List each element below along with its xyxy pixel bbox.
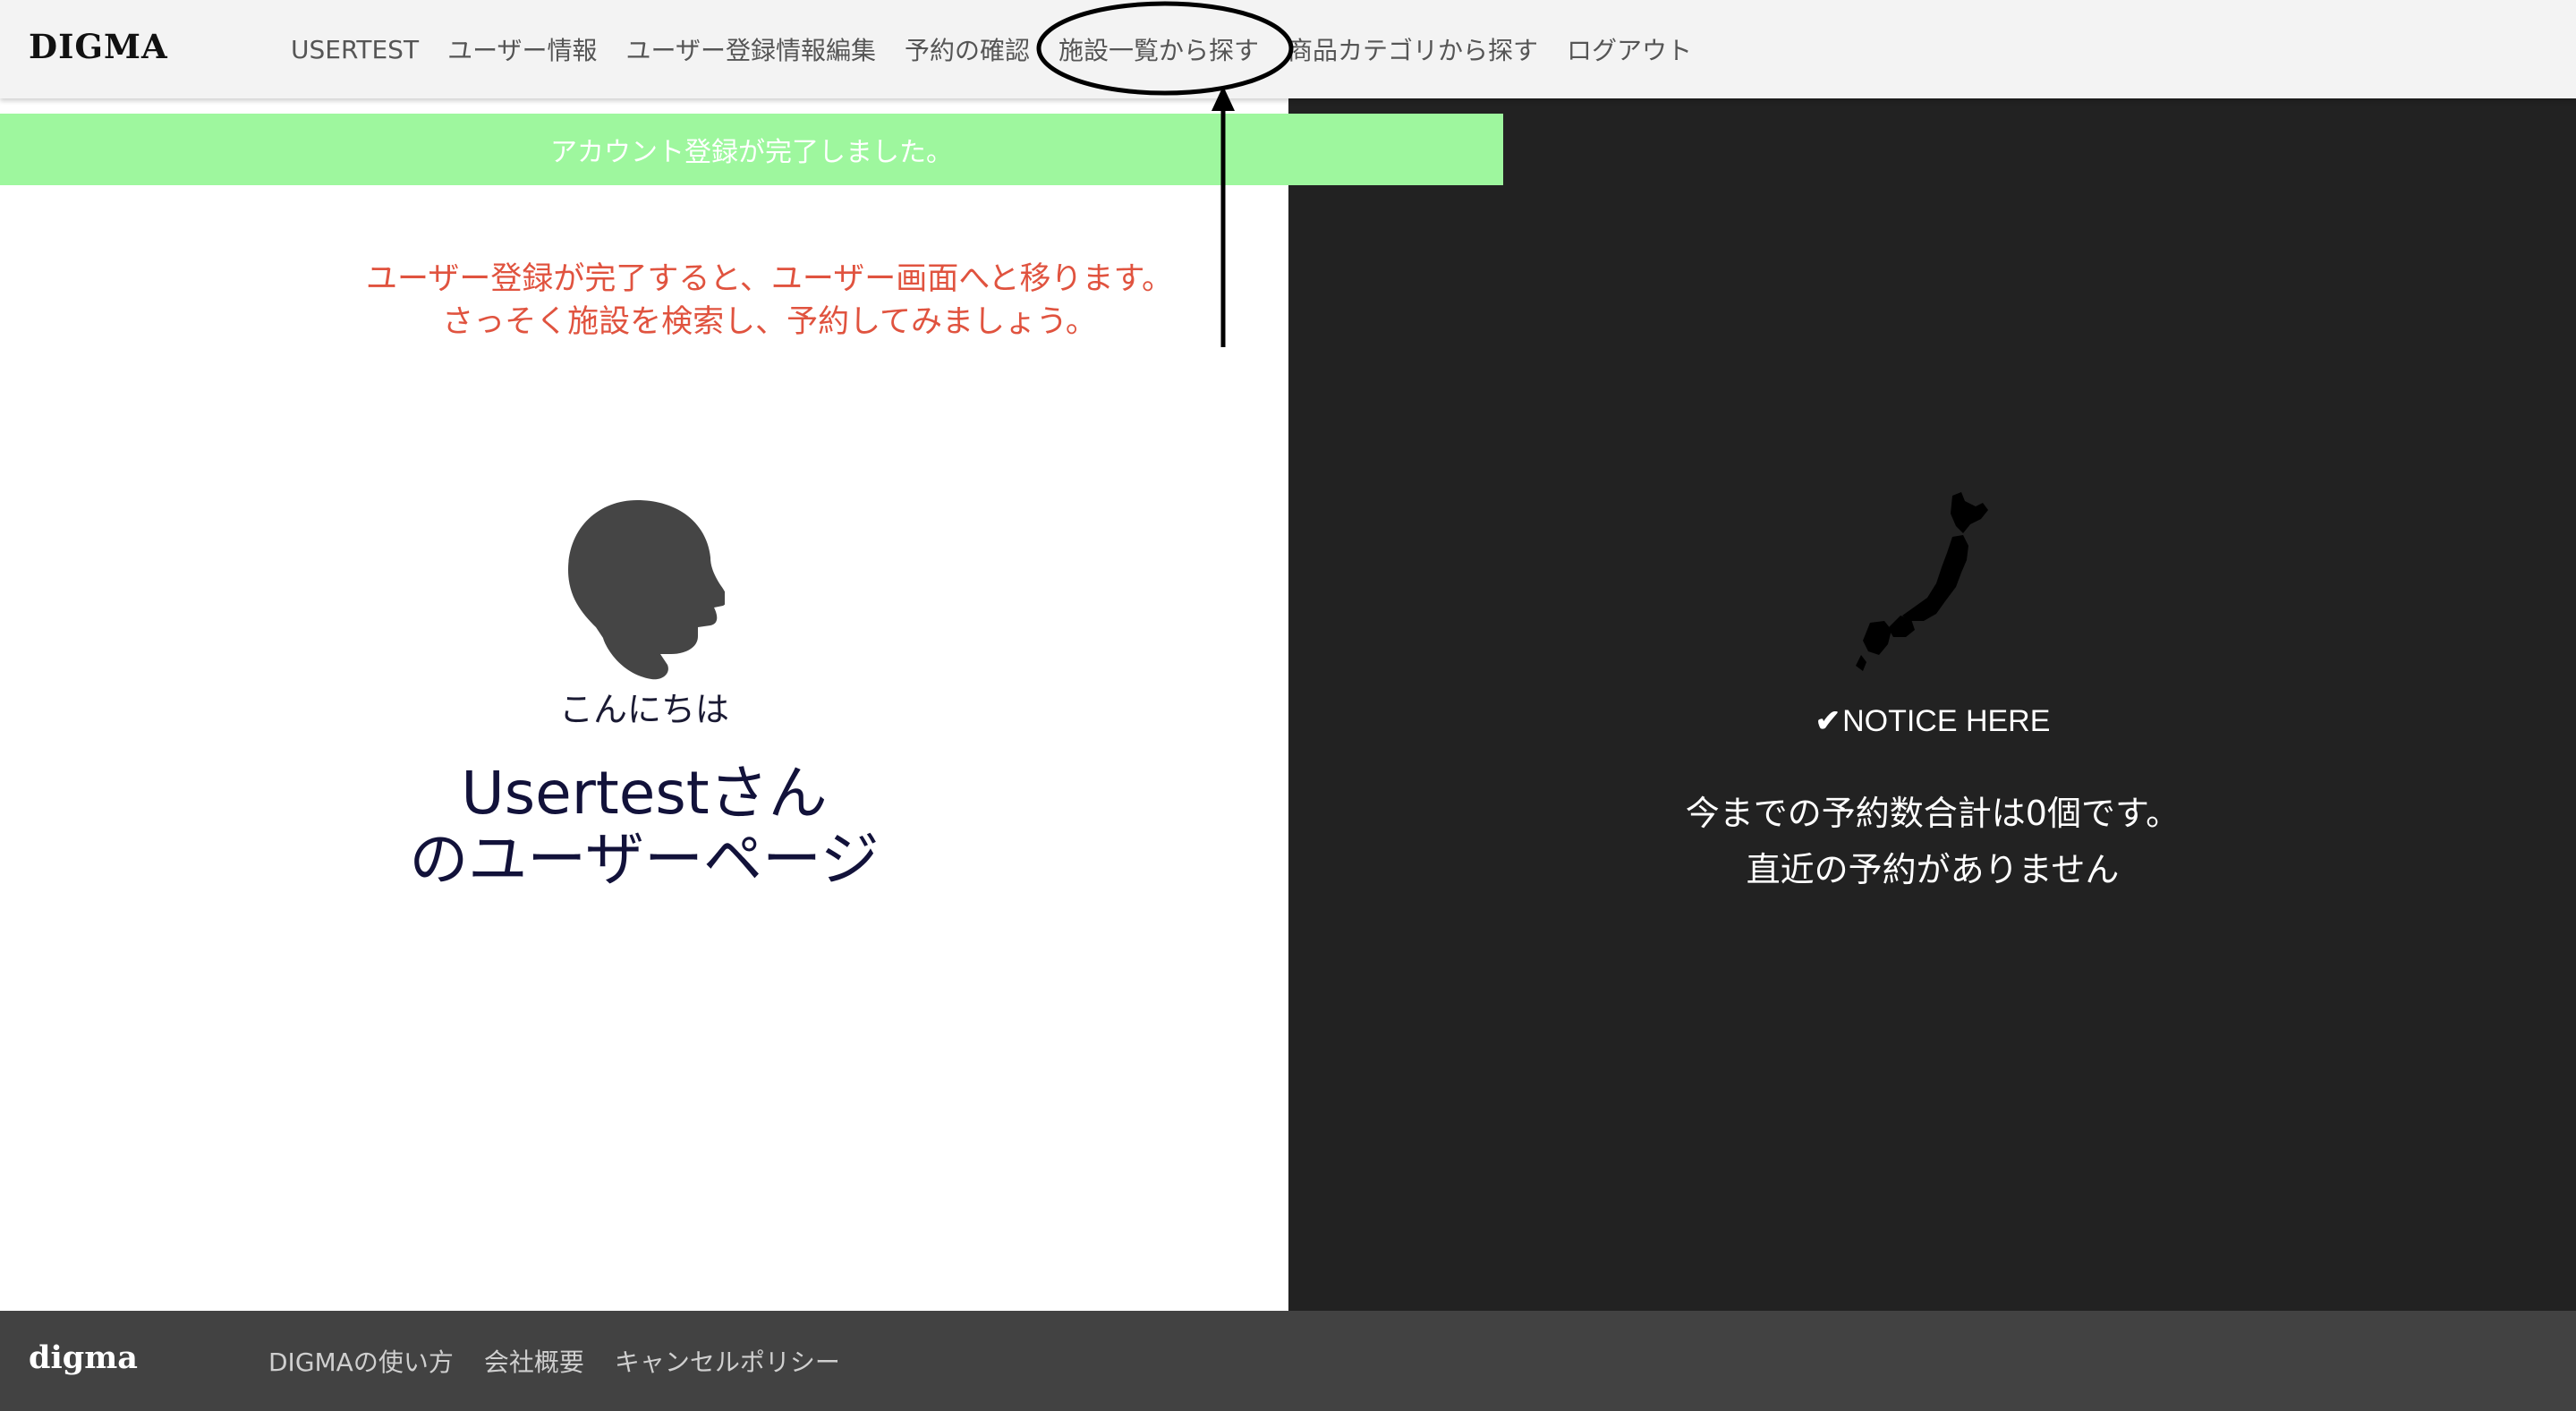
annotation-line-2: さっそく施設を検索し、予約してみましょう。 <box>442 304 1097 340</box>
main-nav: USERTEST ユーザー情報 ユーザー登録情報編集 予約の確認 施設一覧から探… <box>291 0 1721 98</box>
greeting-text: こんにちは <box>558 690 729 729</box>
user-page-title: Usertestさん のユーザーページ <box>286 761 1002 893</box>
notice-heading: ✔NOTICE HERE <box>1754 703 2112 739</box>
footer-link-company[interactable]: 会社概要 <box>484 1343 584 1379</box>
footer-link-how-to-use[interactable]: DIGMAの使い方 <box>268 1343 454 1379</box>
footer-link-cancel-policy[interactable]: キャンセルポリシー <box>615 1343 840 1379</box>
check-icon: ✔ <box>1815 704 1841 738</box>
stats-total: 今までの予約数合計は0個です。 <box>1685 794 2181 833</box>
tutorial-annotation: ユーザー登録が完了すると、ユーザー画面へと移ります。 さっそく施設を検索し、予約… <box>268 258 1271 344</box>
user-title-line-2: のユーザーページ <box>409 825 880 894</box>
nav-link-user-info[interactable]: ユーザー情報 <box>447 31 597 67</box>
footer-logo[interactable]: digma <box>29 1339 138 1376</box>
nav-link-edit-registration[interactable]: ユーザー登録情報編集 <box>626 31 876 67</box>
head-icon <box>568 500 725 680</box>
top-navbar: DIGMA USERTEST ユーザー情報 ユーザー登録情報編集 予約の確認 施… <box>0 0 2576 98</box>
nav-link-category-search[interactable]: 商品カテゴリから探す <box>1288 31 1538 67</box>
user-title-line-1: Usertestさん <box>461 759 828 828</box>
brand-logo[interactable]: DIGMA <box>29 27 168 66</box>
nav-link-reservations[interactable]: 予約の確認 <box>905 31 1030 67</box>
nav-link-usertest[interactable]: USERTEST <box>291 35 419 64</box>
footer-nav: DIGMAの使い方 会社概要 キャンセルポリシー <box>268 1311 871 1411</box>
footer: digma DIGMAの使い方 会社概要 キャンセルポリシー <box>0 1311 2576 1411</box>
japan-map-icon <box>1856 492 1988 671</box>
stats-recent: 直近の予約がありません <box>1746 850 2120 889</box>
nav-link-facility-search[interactable]: 施設一覧から探す <box>1058 31 1259 67</box>
notice-label: NOTICE HERE <box>1842 704 2051 738</box>
flash-message: アカウント登録が完了しました。 <box>0 114 1503 185</box>
annotation-line-1: ユーザー登録が完了すると、ユーザー画面へと移ります。 <box>366 261 1173 297</box>
nav-link-logout[interactable]: ログアウト <box>1567 31 1692 67</box>
reservation-stats: 今までの予約数合計は0個です。 直近の予約がありません <box>1530 786 2335 898</box>
